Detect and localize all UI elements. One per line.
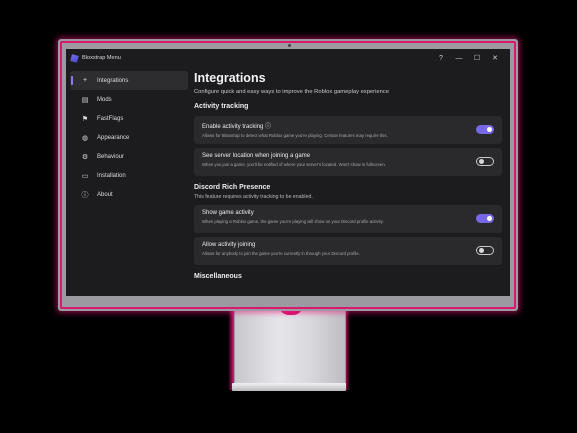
toggle-knob	[479, 159, 484, 164]
monitor-stand-base	[232, 383, 346, 391]
close-button[interactable]: ✕	[486, 54, 504, 62]
server-location-toggle[interactable]	[476, 157, 494, 166]
main-content: Integrations Configure quick and easy wa…	[194, 71, 502, 282]
sidebar-item-integrations[interactable]: + Integrations	[70, 71, 188, 90]
section-heading-miscellaneous: Miscellaneous	[194, 273, 242, 280]
plus-icon: +	[82, 77, 88, 84]
camera-icon	[288, 44, 291, 47]
sidebar-item-behaviour[interactable]: ⚙ Behaviour	[70, 147, 188, 166]
sidebar-item-label: About	[97, 191, 113, 198]
setting-title: Show game activity	[202, 210, 254, 216]
section-description-discord: This feature requires activity tracking …	[194, 194, 313, 200]
info-icon: ⓘ	[81, 191, 89, 199]
sidebar-item-label: Mods	[97, 96, 112, 103]
maximize-button[interactable]: ☐	[468, 54, 486, 62]
setting-title: Enable activity tracking ⓘ	[202, 124, 272, 130]
activity-tracking-toggle[interactable]	[476, 125, 494, 134]
window-controls: ? — ☐ ✕	[432, 49, 504, 67]
gear-icon: ⚙	[81, 153, 89, 161]
sidebar-item-appearance[interactable]: ◍ Appearance	[70, 128, 188, 147]
app-window: Bloxstrap Menu ? — ☐ ✕ + Integrations ▤ …	[66, 49, 510, 296]
setting-description: When you join a game, you'll be notified…	[202, 162, 386, 167]
sidebar-item-mods[interactable]: ▤ Mods	[70, 90, 188, 109]
minimize-button[interactable]: —	[450, 55, 468, 62]
setting-card-server-location[interactable]: See server location when joining a game …	[194, 148, 502, 176]
drive-icon: ▭	[81, 172, 89, 180]
titlebar[interactable]: Bloxstrap Menu ? — ☐ ✕	[66, 49, 510, 67]
brush-icon: ◍	[81, 134, 89, 142]
page-title: Integrations	[194, 71, 266, 85]
toggle-knob	[487, 127, 492, 132]
setting-title: See server location when joining a game	[202, 153, 311, 159]
sidebar-item-label: FastFlags	[97, 115, 124, 122]
monitor-stand-neck	[234, 305, 346, 389]
show-game-activity-toggle[interactable]	[476, 214, 494, 223]
setting-title: Allow activity joining	[202, 242, 256, 248]
sidebar-item-label: Appearance	[97, 134, 130, 141]
sidebar-item-fastflags[interactable]: ⚑ FastFlags	[70, 109, 188, 128]
setting-card-activity-tracking[interactable]: Enable activity tracking ⓘ Allows for Bl…	[194, 116, 502, 144]
sidebar-item-label: Installation	[97, 172, 126, 179]
bloxstrap-logo-icon	[70, 53, 79, 63]
setting-description: Allows for Bloxstrap to detect what Robl…	[202, 133, 388, 138]
sidebar-item-label: Behaviour	[97, 153, 125, 160]
active-indicator	[71, 76, 73, 85]
window-title: Bloxstrap Menu	[82, 55, 121, 61]
section-heading-activity: Activity tracking	[194, 103, 249, 110]
flag-icon: ⚑	[81, 115, 89, 123]
toggle-knob	[479, 248, 484, 253]
setting-card-activity-joining[interactable]: Allow activity joining Allows for anybod…	[194, 237, 502, 265]
sidebar-item-about[interactable]: ⓘ About	[70, 185, 188, 204]
toggle-knob	[487, 216, 492, 221]
setting-card-show-game-activity[interactable]: Show game activity When playing a Roblox…	[194, 205, 502, 233]
sidebar-item-label: Integrations	[97, 77, 129, 84]
help-button[interactable]: ?	[432, 55, 450, 62]
setting-description: Allows for anybody to join the game you'…	[202, 251, 360, 256]
activity-joining-toggle[interactable]	[476, 246, 494, 255]
section-heading-discord: Discord Rich Presence	[194, 184, 271, 191]
sidebar-item-installation[interactable]: ▭ Installation	[70, 166, 188, 185]
setting-description: When playing a Roblox game, the game you…	[202, 219, 384, 224]
puzzle-icon: ▤	[81, 96, 89, 104]
page-subtitle: Configure quick and easy ways to improve…	[194, 89, 389, 95]
sidebar: + Integrations ▤ Mods ⚑ FastFlags ◍ Appe…	[70, 71, 188, 204]
